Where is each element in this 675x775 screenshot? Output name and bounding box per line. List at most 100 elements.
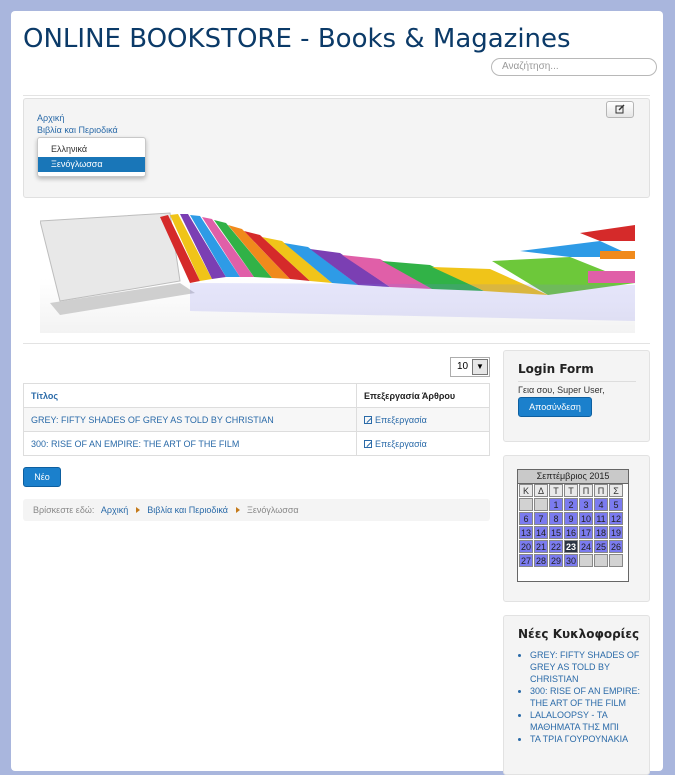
breadcrumb-separator-icon: [135, 507, 140, 513]
calendar-weekday: Σ: [609, 484, 623, 497]
site-title[interactable]: ONLINE BOOKSTORE - Books & Magazines: [23, 24, 571, 54]
breadcrumb-item-home[interactable]: Αρχική: [101, 505, 128, 515]
calendar-weekdays: ΚΔΤΤΠΠΣ: [518, 484, 628, 497]
chevron-down-icon: ▼: [472, 359, 488, 375]
books-banner-image: [40, 211, 635, 333]
calendar-day[interactable]: 24: [579, 540, 593, 553]
edit-icon: [364, 415, 372, 424]
new-releases-module: Νέες Κυκλοφορίες GREY: FIFTY SHADES OF G…: [503, 615, 650, 775]
breadcrumb-prefix: Βρίσκεστε εδώ:: [33, 505, 95, 515]
list-item[interactable]: LALALOOPSY - ΤΑ ΜΑΘΗΜΑΤΑ ΤΗΣ ΜΠΙ: [530, 709, 645, 733]
login-title: Login Form: [518, 362, 594, 376]
calendar-day[interactable]: 27: [519, 554, 533, 567]
article-link[interactable]: GREY: FIFTY SHADES OF GREY AS TOLD BY CH…: [31, 415, 274, 425]
list-item[interactable]: 300: RISE OF AN EMPIRE: THE ART OF THE F…: [530, 685, 645, 709]
calendar-weekday: Τ: [564, 484, 578, 497]
submenu-item-foreign[interactable]: Ξενόγλωσσα: [38, 157, 145, 172]
calendar-day[interactable]: 1: [549, 498, 563, 511]
calendar-day[interactable]: 20: [519, 540, 533, 553]
calendar-weekday: Δ: [534, 484, 548, 497]
calendar-empty-cell: [594, 554, 608, 567]
login-module: Login Form Γεια σου, Super User, Αποσύνδ…: [503, 350, 650, 442]
calendar-day-today[interactable]: 23: [564, 540, 578, 553]
calendar-day[interactable]: 18: [594, 526, 608, 539]
table-row: GREY: FIFTY SHADES OF GREY AS TOLD BY CH…: [23, 407, 490, 432]
divider: [23, 95, 650, 96]
calendar-day[interactable]: 12: [609, 512, 623, 525]
submenu-item-greek[interactable]: Ελληνικά: [38, 142, 145, 157]
books-illustration: [40, 212, 635, 321]
table-cell-title: 300: RISE OF AN EMPIRE: THE ART OF THE F…: [23, 431, 357, 456]
logout-button[interactable]: Αποσύνδεση: [518, 397, 592, 417]
list-limit-select[interactable]: 10 ▼: [450, 357, 490, 377]
breadcrumb-separator-icon: [235, 507, 240, 513]
table-header-row: Τίτλος Επεξεργασία Άρθρου: [23, 383, 490, 408]
calendar-weekday: Κ: [519, 484, 533, 497]
calendar-day[interactable]: 7: [534, 512, 548, 525]
calendar-day[interactable]: 5: [609, 498, 623, 511]
articles-table: Τίτλος Επεξεργασία Άρθρου GREY: FIFTY SH…: [23, 383, 490, 456]
list-item[interactable]: GREY: FIFTY SHADES OF GREY AS TOLD BY CH…: [530, 649, 645, 685]
calendar-day[interactable]: 16: [564, 526, 578, 539]
page: ONLINE BOOKSTORE - Books & Magazines Ανα…: [11, 11, 663, 775]
divider: [518, 381, 636, 382]
calendar-day[interactable]: 15: [549, 526, 563, 539]
calendar-module: Σεπτέμβριος 2015 ΚΔΤΤΠΠΣ 1 2 3 4 5 6 7 8 9 10 11 12…: [503, 455, 650, 602]
calendar-day[interactable]: 11: [594, 512, 608, 525]
calendar-empty-cell: [519, 498, 533, 511]
edit-article-link[interactable]: Επεξεργασία: [375, 439, 427, 449]
edit-module-button[interactable]: [606, 101, 634, 118]
new-article-button[interactable]: Νέο: [23, 467, 61, 487]
breadcrumb-item-category[interactable]: Βιβλία και Περιοδικά: [147, 505, 228, 515]
calendar-day[interactable]: 22: [549, 540, 563, 553]
calendar-day[interactable]: 4: [594, 498, 608, 511]
calendar-day[interactable]: 26: [609, 540, 623, 553]
column-header-title[interactable]: Τίτλος: [23, 383, 357, 408]
calendar-day[interactable]: 3: [579, 498, 593, 511]
calendar-weekday: Π: [594, 484, 608, 497]
new-releases-list: GREY: FIFTY SHADES OF GREY AS TOLD BY CH…: [520, 649, 645, 745]
calendar-day[interactable]: 10: [579, 512, 593, 525]
calendar-day[interactable]: 19: [609, 526, 623, 539]
menu-item-home[interactable]: Αρχική: [37, 113, 64, 123]
calendar-empty-cell: [579, 554, 593, 567]
calendar-day[interactable]: 17: [579, 526, 593, 539]
calendar-grid: 1 2 3 4 5 6 7 8 9 10 11 12 13 14 15 16 17 18 19 20 21 22 23 24 2…: [518, 497, 628, 581]
table-cell-edit: Επεξεργασία: [356, 431, 490, 456]
edit-article-link[interactable]: Επεξεργασία: [375, 415, 427, 425]
calendar-weekday: Τ: [549, 484, 563, 497]
calendar-day[interactable]: 2: [564, 498, 578, 511]
calendar-day[interactable]: 14: [534, 526, 548, 539]
calendar-day[interactable]: 30: [564, 554, 578, 567]
calendar-month: Σεπτέμβριος 2015: [518, 470, 628, 484]
menu-item-books-magazines[interactable]: Βιβλία και Περιοδικά: [37, 125, 118, 135]
edit-icon: [615, 104, 625, 114]
table-cell-edit: Επεξεργασία: [356, 407, 490, 432]
list-item[interactable]: ΤΑ ΤΡΙΑ ΓΟΥΡΟΥΝΑΚΙΑ: [530, 733, 645, 745]
breadcrumb: Βρίσκεστε εδώ: Αρχική Βιβλία και Περιοδι…: [23, 499, 490, 521]
login-greeting: Γεια σου, Super User,: [518, 385, 605, 395]
calendar-empty-cell: [609, 554, 623, 567]
divider: [23, 343, 650, 344]
calendar: Σεπτέμβριος 2015 ΚΔΤΤΠΠΣ 1 2 3 4 5 6 7 8 9 10 11 12…: [517, 469, 629, 582]
calendar-day[interactable]: 13: [519, 526, 533, 539]
column-header-edit: Επεξεργασία Άρθρου: [356, 383, 490, 408]
calendar-day[interactable]: 21: [534, 540, 548, 553]
menu-module: Αρχική Βιβλία και Περιοδικά Ελληνικά Ξεν…: [23, 98, 650, 198]
calendar-day[interactable]: 6: [519, 512, 533, 525]
edit-icon: [364, 439, 372, 448]
article-link[interactable]: 300: RISE OF AN EMPIRE: THE ART OF THE F…: [31, 439, 239, 449]
calendar-day[interactable]: 8: [549, 512, 563, 525]
calendar-day[interactable]: 28: [534, 554, 548, 567]
list-limit-value: 10: [457, 361, 469, 372]
calendar-day[interactable]: 29: [549, 554, 563, 567]
submenu-dropdown: Ελληνικά Ξενόγλωσσα: [37, 137, 146, 177]
calendar-day[interactable]: 25: [594, 540, 608, 553]
table-row: 300: RISE OF AN EMPIRE: THE ART OF THE F…: [23, 431, 490, 456]
search-input[interactable]: Αναζήτηση...: [491, 58, 657, 76]
calendar-day[interactable]: 9: [564, 512, 578, 525]
table-cell-title: GREY: FIFTY SHADES OF GREY AS TOLD BY CH…: [23, 407, 357, 432]
breadcrumb-item-current: Ξενόγλωσσα: [247, 505, 299, 515]
calendar-empty-cell: [534, 498, 548, 511]
new-releases-title: Νέες Κυκλοφορίες: [518, 627, 640, 641]
